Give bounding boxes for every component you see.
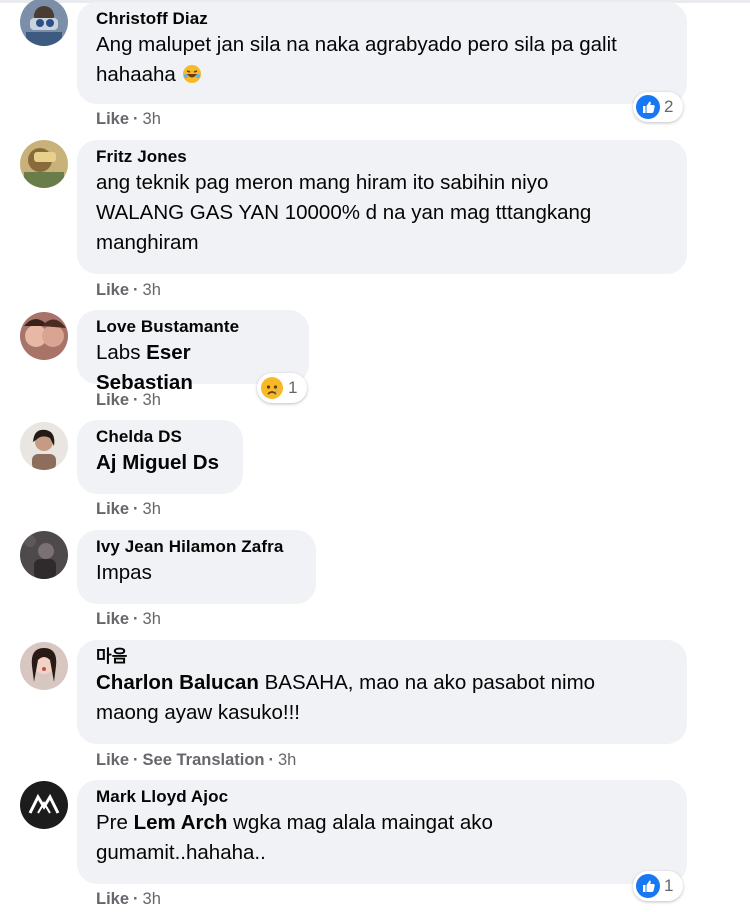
author-name[interactable]: Mark Lloyd Ajoc xyxy=(96,786,668,808)
comment-line: manghiram xyxy=(96,231,199,254)
avatar[interactable] xyxy=(20,312,68,360)
comment-line: Charlon Balucan BASAHA, mao na ako pasab… xyxy=(96,668,668,698)
mention-link[interactable]: Lem Arch xyxy=(134,811,228,834)
like-link[interactable]: Like xyxy=(96,500,129,518)
avatar[interactable] xyxy=(20,642,68,690)
timestamp[interactable]: 3h xyxy=(278,751,296,769)
see-translation-link[interactable]: See Translation xyxy=(143,751,265,769)
sad-reaction-icon xyxy=(261,377,283,399)
reaction-count[interactable]: 2 xyxy=(633,92,683,122)
like-link[interactable]: Like xyxy=(96,610,129,628)
avatar[interactable] xyxy=(20,781,68,829)
comment-text-prefix: Labs xyxy=(96,341,141,364)
comment-bubble: Ivy Jean Hilamon Zafra Impas xyxy=(77,530,316,604)
author-name[interactable]: Love Bustamante xyxy=(96,316,290,338)
author-name[interactable]: 마음 xyxy=(96,646,668,668)
comment-line: maong ayaw kasuko!!! xyxy=(96,701,300,724)
comment-bubble: Mark Lloyd Ajoc Pre Lem Arch wgka mag al… xyxy=(77,780,687,884)
comment-text: Impas xyxy=(96,561,152,584)
timestamp[interactable]: 3h xyxy=(143,391,161,409)
comment-line: WALANG GAS YAN 10000% d na yan mag tttan… xyxy=(96,201,592,224)
reaction-count-text: 2 xyxy=(664,97,674,116)
separator-dot: · xyxy=(133,751,139,769)
comment-actions: Like · 3h xyxy=(96,609,161,629)
author-name[interactable]: Ivy Jean Hilamon Zafra xyxy=(96,536,297,558)
comment-text: Charlon Balucan BASAHA, mao na ako pasab… xyxy=(96,668,668,728)
like-link[interactable]: Like xyxy=(96,391,129,409)
author-name[interactable]: Fritz Jones xyxy=(96,146,668,168)
comment-line: Pre Lem Arch wgka mag alala maingat ako xyxy=(96,808,668,838)
comment-line: Ang malupet jan sila na naka agrabyado p… xyxy=(96,33,617,56)
comment-bubble: Christoff Diaz Ang malupet jan sila na n… xyxy=(77,2,687,104)
comment-actions: Like · 3h xyxy=(96,499,161,519)
comment-actions: Like · 3h xyxy=(96,280,161,300)
reaction-count-text: 1 xyxy=(288,378,298,397)
separator-dot: · xyxy=(268,751,275,769)
comment-line-text: wgka mag alala maingat ako xyxy=(233,811,493,834)
comment-text: Aj Miguel Ds xyxy=(96,448,224,478)
comment-actions: Like · 3h xyxy=(96,889,161,909)
timestamp[interactable]: 3h xyxy=(143,281,161,299)
comment-text: Pre Lem Arch wgka mag alala maingat ako … xyxy=(96,808,668,868)
timestamp[interactable]: 3h xyxy=(143,110,161,128)
comment-text: Ang malupet jan sila na naka agrabyado p… xyxy=(96,30,668,90)
comment-line: ang teknik pag meron mang hiram ito sabi… xyxy=(96,171,549,194)
comment-line: hahaaha xyxy=(96,60,668,90)
avatar[interactable] xyxy=(20,531,68,579)
reaction-count[interactable]: 1 xyxy=(257,373,307,403)
comment-line: gumamit..hahaha.. xyxy=(96,841,266,864)
mention-link[interactable]: Aj Miguel Ds xyxy=(96,451,219,474)
separator-dot: · xyxy=(133,890,139,908)
avatar[interactable] xyxy=(20,140,68,188)
like-reaction-icon xyxy=(636,95,660,119)
separator-dot: · xyxy=(133,391,139,409)
separator-dot: · xyxy=(133,500,139,518)
comment-line-text: BASAHA, mao na ako pasabot nimo xyxy=(264,671,596,694)
avatar[interactable] xyxy=(20,0,68,46)
author-name[interactable]: Chelda DS xyxy=(96,426,224,448)
timestamp[interactable]: 3h xyxy=(143,890,161,908)
reaction-count-text: 1 xyxy=(664,876,674,895)
comment-actions: Like · See Translation · 3h xyxy=(96,750,296,770)
separator-dot: · xyxy=(133,610,139,628)
reaction-count[interactable]: 1 xyxy=(633,871,683,901)
separator-dot: · xyxy=(133,110,139,128)
like-link[interactable]: Like xyxy=(96,281,129,299)
comment-bubble: Chelda DS Aj Miguel Ds xyxy=(77,420,243,494)
separator-dot: · xyxy=(133,281,139,299)
author-name[interactable]: Christoff Diaz xyxy=(96,8,668,30)
comment-line-text: Pre xyxy=(96,811,128,834)
like-reaction-icon xyxy=(636,874,660,898)
timestamp[interactable]: 3h xyxy=(143,610,161,628)
comment-bubble: 마음 Charlon Balucan BASAHA, mao na ako pa… xyxy=(77,640,687,744)
like-link[interactable]: Like xyxy=(96,110,129,128)
comment-text: ang teknik pag meron mang hiram ito sabi… xyxy=(96,168,668,258)
comment-bubble: Fritz Jones ang teknik pag meron mang hi… xyxy=(77,140,687,274)
like-link[interactable]: Like xyxy=(96,890,129,908)
avatar[interactable] xyxy=(20,422,68,470)
comment-actions: Like · 3h xyxy=(96,390,161,410)
comment-line-text: hahaaha xyxy=(96,63,176,86)
comment-actions: Like · 3h xyxy=(96,109,161,129)
laughing-emoji-icon xyxy=(182,65,201,83)
timestamp[interactable]: 3h xyxy=(143,500,161,518)
like-link[interactable]: Like xyxy=(96,751,129,769)
mention-link[interactable]: Charlon Balucan xyxy=(96,671,259,694)
